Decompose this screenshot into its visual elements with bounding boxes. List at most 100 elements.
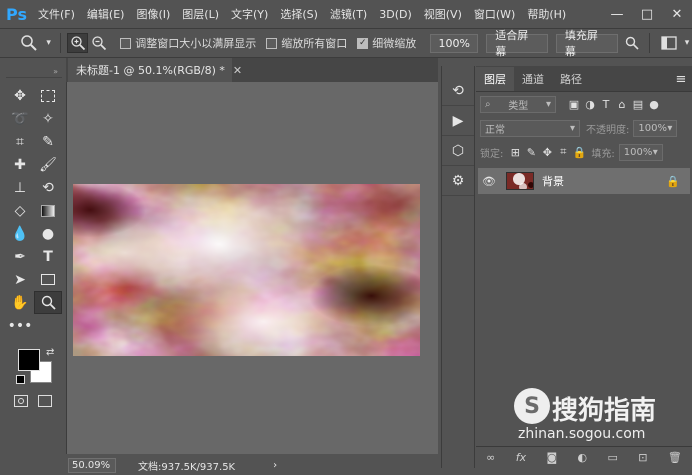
chevron-down-icon[interactable]: ▾ <box>682 33 692 53</box>
folder-icon[interactable]: ▭ <box>607 451 617 464</box>
magic-wand-tool-icon[interactable]: ✧ <box>34 107 62 130</box>
layer-row[interactable]: 👁 背景 🔒 <box>478 168 690 194</box>
filter-adjustment-icon[interactable]: ◑ <box>582 98 598 111</box>
eye-icon[interactable]: 👁 <box>478 175 500 188</box>
zoom-all-option[interactable]: 缩放所有窗口 <box>266 35 347 51</box>
marquee-tool-icon[interactable] <box>34 84 62 107</box>
trash-icon[interactable]: 🗑 <box>668 451 682 464</box>
fill-field[interactable]: 100% ▾ <box>618 143 663 161</box>
workspace-icon[interactable] <box>656 33 682 53</box>
filter-shape-icon[interactable]: ⌂ <box>614 98 630 111</box>
document-tab[interactable]: 未标题-1 @ 50.1%(RGB/8) * ✕ <box>68 58 242 82</box>
history-brush-tool-icon[interactable]: ⟲ <box>34 176 62 199</box>
type-tool-icon[interactable]: T <box>34 245 62 268</box>
zoom-tool-icon[interactable] <box>34 291 62 314</box>
properties-panel-icon[interactable]: ⚙ <box>442 166 474 196</box>
path-selection-tool-icon[interactable]: ➤ <box>6 268 34 291</box>
new-layer-icon[interactable]: ⊡ <box>638 451 647 464</box>
menu-filter[interactable]: 滤镜(T) <box>324 6 373 22</box>
mask-icon[interactable]: ◙ <box>546 451 557 464</box>
zoom-tool-preset-icon[interactable] <box>14 33 44 53</box>
tab-layers[interactable]: 图层 <box>476 67 514 91</box>
default-colors-icon[interactable] <box>16 375 25 384</box>
healing-brush-tool-icon[interactable]: ✚ <box>6 153 34 176</box>
clone-stamp-tool-icon[interactable]: ⊥ <box>6 176 34 199</box>
lock-label: 锁定: <box>480 148 504 160</box>
close-icon[interactable]: ✕ <box>233 64 242 77</box>
scrubby-zoom-option[interactable]: ✓ 细微缩放 <box>357 35 416 51</box>
tools-panel: » ✥ ➰ ✧ ⌗ ✎ ✚ 🖌 ⊥ ⟲ ◇ 💧 ● ✒ T ➤ ✋ ••• ⇄ <box>6 66 62 468</box>
zoom-in-icon[interactable] <box>66 33 89 53</box>
lasso-tool-icon[interactable]: ➰ <box>6 107 34 130</box>
menu-edit[interactable]: 编辑(E) <box>81 6 131 22</box>
history-panel-icon[interactable]: ⟲ <box>442 76 474 106</box>
zoom-100-button[interactable]: 100% <box>430 33 479 53</box>
lock-all-icon[interactable]: 🔒 <box>571 146 587 159</box>
menu-3d[interactable]: 3D(D) <box>373 8 418 21</box>
tab-paths[interactable]: 路径 <box>552 67 590 91</box>
search-icon[interactable] <box>622 33 644 53</box>
adjustment-icon[interactable]: ◐ <box>578 451 588 464</box>
menu-file[interactable]: 文件(F) <box>32 6 81 22</box>
opacity-field[interactable]: 100% ▾ <box>633 119 678 137</box>
actions-panel-icon[interactable]: ▶ <box>442 106 474 136</box>
menu-help[interactable]: 帮助(H) <box>521 6 572 22</box>
lock-pixels-icon[interactable]: ✎ <box>523 146 539 159</box>
zoom-out-icon[interactable] <box>88 33 110 53</box>
lock-position-icon[interactable]: ✥ <box>539 146 555 159</box>
watermark-url: zhinan.sogou.com <box>518 426 646 442</box>
filter-type-icon[interactable]: T <box>598 98 614 111</box>
panel-menu-icon[interactable]: ≡ <box>670 67 692 91</box>
menu-type[interactable]: 文字(Y) <box>225 6 274 22</box>
document-info: 文档:937.5K/937.5K <box>138 462 236 473</box>
crop-tool-icon[interactable]: ⌗ <box>6 130 34 153</box>
screen-mode-icon[interactable] <box>38 395 52 407</box>
blur-tool-icon[interactable]: 💧 <box>6 222 34 245</box>
gradient-tool-icon[interactable] <box>34 199 62 222</box>
hand-tool-icon[interactable]: ✋ <box>6 291 34 314</box>
brush-tool-icon[interactable]: 🖌 <box>34 153 62 176</box>
link-icon[interactable]: ∞ <box>486 451 495 464</box>
foreground-color-swatch[interactable] <box>18 349 40 371</box>
filter-toggle-icon[interactable]: ● <box>646 98 662 111</box>
pen-tool-icon[interactable]: ✒ <box>6 245 34 268</box>
more-tools-icon[interactable]: ••• <box>6 314 34 337</box>
close-button[interactable]: ✕ <box>662 7 692 22</box>
zoom-all-checkbox[interactable] <box>266 37 278 49</box>
tab-channels[interactable]: 通道 <box>514 67 552 91</box>
zoom-level-field[interactable]: 50.09% <box>68 458 116 473</box>
menu-layer[interactable]: 图层(L) <box>176 6 225 22</box>
menu-select[interactable]: 选择(S) <box>274 6 324 22</box>
menu-window[interactable]: 窗口(W) <box>468 6 521 22</box>
rectangle-tool-icon[interactable] <box>34 268 62 291</box>
fx-icon[interactable]: fx <box>516 451 526 464</box>
menu-image[interactable]: 图像(I) <box>130 6 176 22</box>
collapse-panel-icon[interactable]: » <box>6 66 62 78</box>
resize-windows-checkbox[interactable] <box>120 37 132 49</box>
chevron-down-icon[interactable]: ▾ <box>44 33 54 53</box>
scrubby-zoom-checkbox[interactable]: ✓ <box>357 37 369 49</box>
move-tool-icon[interactable]: ✥ <box>6 84 34 107</box>
filter-smart-object-icon[interactable]: ▤ <box>630 98 646 111</box>
maximize-button[interactable]: □ <box>632 7 662 22</box>
filter-pixel-icon[interactable]: ▣ <box>566 98 582 111</box>
3d-panel-icon[interactable]: ⬡ <box>442 136 474 166</box>
lock-artboard-icon[interactable]: ⌗ <box>555 145 571 159</box>
menu-view[interactable]: 视图(V) <box>418 6 468 22</box>
dodge-tool-icon[interactable]: ● <box>34 222 62 245</box>
blend-mode-dropdown[interactable]: 正常 ▾ <box>480 119 580 137</box>
fill-screen-button[interactable]: 填充屏幕 <box>555 29 618 58</box>
resize-windows-option[interactable]: 调整窗口大小以满屏显示 <box>120 35 256 51</box>
fit-screen-button[interactable]: 适合屏幕 <box>486 29 548 58</box>
minimize-button[interactable]: — <box>602 7 632 22</box>
swap-colors-icon[interactable]: ⇄ <box>46 347 54 358</box>
layer-filter-dropdown[interactable]: ⌕ 类型 ▾ <box>480 95 556 113</box>
eyedropper-tool-icon[interactable]: ✎ <box>34 130 62 153</box>
document-canvas-image[interactable] <box>73 184 420 356</box>
status-menu-arrow[interactable]: › <box>273 460 277 471</box>
watermark-title: 搜狗指南 <box>552 396 657 426</box>
eraser-tool-icon[interactable]: ◇ <box>6 199 34 222</box>
lock-transparent-icon[interactable]: ⊞ <box>507 146 523 159</box>
layer-thumbnail <box>506 172 534 190</box>
quick-mask-icon[interactable] <box>14 395 28 407</box>
